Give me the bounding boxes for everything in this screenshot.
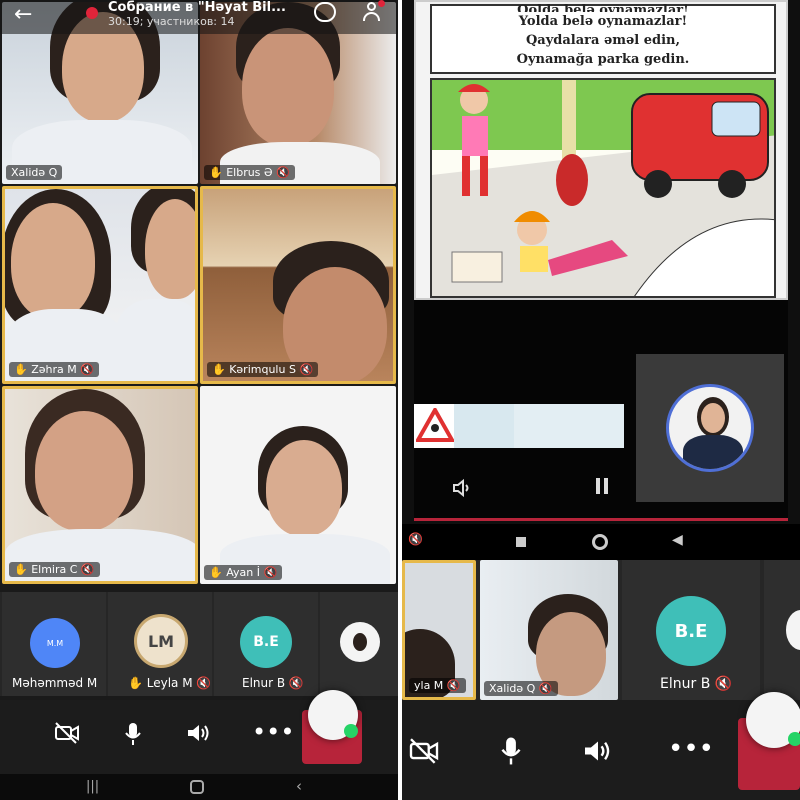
meeting-toolbar: ••• bbox=[402, 692, 800, 800]
shared-slide: Qolda belə oynamazlar! Yolda belə oynama… bbox=[414, 0, 788, 300]
screen-share-stage bbox=[414, 300, 788, 520]
video-tile-5[interactable]: ✋ Elmira C 🔇 bbox=[2, 386, 198, 584]
participant-tile[interactable]: LM ✋ Leyla M 🔇 bbox=[108, 592, 212, 696]
participant-name: Məhəmməd M bbox=[12, 676, 98, 690]
pause-icon[interactable] bbox=[594, 476, 610, 500]
speaker-icon[interactable] bbox=[582, 738, 614, 768]
speaker-icon[interactable] bbox=[186, 722, 212, 750]
recording-indicator-icon bbox=[86, 7, 98, 19]
participant-strip: yla M 🔇 Xalidə Q 🔇 B.E Elnur B 🔇 bbox=[402, 560, 800, 700]
participant-tile[interactable] bbox=[764, 560, 800, 700]
tile-name-label: ✋ Zəhra M 🔇 bbox=[9, 362, 99, 377]
participant-tile[interactable]: yla M 🔇 bbox=[402, 560, 476, 700]
device-nav-bar: 🔇 ◀ bbox=[402, 524, 800, 560]
video-tile-6[interactable]: ✋ Ayan İ 🔇 bbox=[200, 386, 396, 584]
home-icon[interactable] bbox=[190, 780, 204, 794]
camera-off-icon[interactable] bbox=[54, 722, 80, 750]
tile-name-label: ✋ Elbrus Ə 🔇 bbox=[204, 165, 295, 180]
avatar bbox=[340, 622, 380, 662]
mic-muted-icon: 🔇 bbox=[408, 532, 423, 546]
participants-icon[interactable] bbox=[360, 0, 385, 22]
slide-poem: Qolda belə oynamazlar! Yolda belə oynama… bbox=[430, 3, 776, 74]
participants-fab-icon[interactable] bbox=[746, 692, 800, 748]
tile-name-label: ✋ Ayan İ 🔇 bbox=[204, 565, 283, 580]
teacher-video-tile[interactable] bbox=[636, 354, 784, 502]
screenshot: Xalidə Q ✋ Elbrus Ə 🔇 ✋ Zəhra M 🔇 ✋ Kəri… bbox=[0, 0, 800, 800]
more-options-icon[interactable]: ••• bbox=[668, 734, 714, 764]
more-options-icon[interactable]: ••• bbox=[252, 718, 294, 746]
microphone-icon[interactable] bbox=[500, 736, 522, 770]
avatar: B.E bbox=[656, 596, 726, 666]
system-nav-bar: ||| ‹ bbox=[0, 774, 398, 800]
participant-name: ✋ Leyla M 🔇 bbox=[128, 676, 212, 690]
participant-name: Xalidə Q 🔇 bbox=[484, 681, 558, 696]
participant-strip: M.M Məhəmməd M LM ✋ Leyla M 🔇 B.E Elnur … bbox=[0, 592, 398, 696]
meeting-header: ← Собрание в "Həyat Bil... 30:19; участн… bbox=[0, 0, 398, 34]
participants-fab-icon[interactable] bbox=[308, 690, 358, 740]
back-nav-icon[interactable]: ◀ bbox=[672, 532, 683, 548]
chat-icon[interactable] bbox=[314, 2, 336, 22]
microphone-icon[interactable] bbox=[124, 722, 142, 752]
slide-illustration bbox=[430, 78, 776, 298]
avatar bbox=[666, 384, 754, 472]
volume-icon[interactable] bbox=[452, 478, 474, 502]
avatar: B.E bbox=[240, 616, 292, 668]
progress-bar[interactable] bbox=[414, 518, 788, 521]
camera-off-icon[interactable] bbox=[408, 738, 440, 768]
participant-tile[interactable]: B.E Elnur B 🔇 bbox=[214, 592, 318, 696]
back-nav-icon[interactable]: ‹ bbox=[296, 777, 302, 795]
participant-tile[interactable] bbox=[320, 592, 398, 696]
participant-tile[interactable]: B.E Elnur B 🔇 bbox=[622, 560, 760, 700]
participant-tile[interactable]: Xalidə Q 🔇 bbox=[480, 560, 618, 700]
participant-name: Elnur B 🔇 bbox=[660, 676, 733, 692]
tile-name-label: ✋ Kərimqulu S 🔇 bbox=[207, 362, 319, 377]
warning-sign-icon bbox=[416, 408, 454, 442]
meeting-title: Собрание в "Həyat Bil... bbox=[108, 0, 286, 15]
left-meeting-screen: Xalidə Q ✋ Elbrus Ə 🔇 ✋ Zəhra M 🔇 ✋ Kəri… bbox=[0, 0, 398, 800]
avatar: M.M bbox=[30, 618, 80, 668]
video-tile-3[interactable]: ✋ Zəhra M 🔇 bbox=[2, 186, 198, 384]
participant-name: Elnur B 🔇 bbox=[242, 676, 304, 690]
meeting-subtitle: 30:19; участников: 14 bbox=[108, 15, 235, 28]
video-tile-4[interactable]: ✋ Kərimqulu S 🔇 bbox=[200, 186, 396, 384]
participant-tile[interactable]: M.M Məhəmməd M bbox=[2, 592, 106, 696]
tile-name-label: ✋ Elmira C 🔇 bbox=[9, 562, 100, 577]
recents-icon[interactable]: ||| bbox=[86, 779, 99, 794]
tile-name-label: Xalidə Q bbox=[6, 165, 63, 180]
arrow-left-icon[interactable]: ← bbox=[14, 2, 32, 27]
recents-icon[interactable] bbox=[516, 537, 526, 547]
home-icon[interactable] bbox=[592, 534, 608, 550]
meeting-toolbar: ••• bbox=[0, 690, 398, 774]
participant-name: yla M 🔇 bbox=[409, 678, 466, 693]
avatar: LM bbox=[134, 614, 188, 668]
right-meeting-screen: Qolda belə oynamazlar! Yolda belə oynama… bbox=[402, 0, 800, 800]
